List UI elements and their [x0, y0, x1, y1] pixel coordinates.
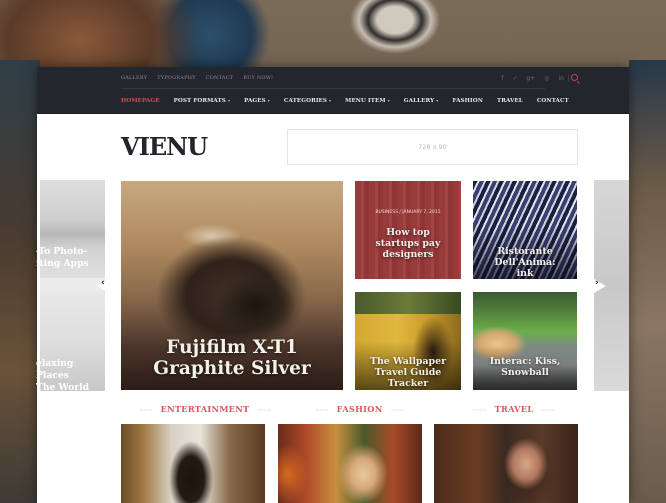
fashion-post-image[interactable] [278, 424, 422, 503]
nav-item-gallery[interactable]: GALLERY ▾ [404, 98, 439, 104]
travel-post-image[interactable] [434, 424, 578, 503]
nav-item-label: PAGES [244, 98, 266, 104]
chevron-left-icon[interactable]: ‹ [101, 278, 105, 288]
featured-post-startups[interactable]: BUSINESS / JANUARY 7, 2015 How top start… [355, 181, 461, 279]
linkedin-icon[interactable]: in [559, 75, 564, 82]
ad-banner[interactable]: 728 x 90 [287, 129, 578, 165]
pinterest-icon[interactable]: ◎ [544, 75, 549, 82]
top-link-gallery[interactable]: GALLERY [121, 75, 147, 81]
nav-item-label: POST FORMATS [173, 98, 226, 104]
featured-post-wallpaper[interactable]: The Wallpaper Travel Guide Tracker [355, 292, 461, 390]
social-divider [568, 74, 569, 82]
top-bar: GALLERY TYPOGRAPHY CONTACT BUY NOW! f ✓ … [37, 67, 629, 89]
chevron-right-icon[interactable]: › [595, 278, 599, 288]
nav-items: HOMEPAGE POST FORMATS ▾ PAGES ▾ CATEGORIES ▾ ME… [121, 89, 569, 113]
nav-item-post-formats[interactable]: POST FORMATS ▾ [174, 98, 230, 104]
nav-item-travel[interactable]: TRAVEL [497, 98, 523, 104]
facebook-icon[interactable]: f [501, 75, 503, 82]
post-title: How top startups pay designers [375, 227, 441, 260]
nav-item-label: GALLERY [403, 98, 435, 104]
post-title: The Wallpaper Travel Guide Tracker [369, 356, 447, 389]
top-links: GALLERY TYPOGRAPHY CONTACT BUY NOW! [121, 67, 273, 89]
post-title: Ristorante Dell'Anima: ink [494, 246, 556, 279]
featured-post-title: Fujifilm X-T1 Graphite Silver [153, 337, 311, 380]
nav-item-homepage[interactable]: HOMEPAGE [121, 98, 160, 104]
featured-post-interac[interactable]: Interac: Kiss, Snowball [473, 292, 577, 390]
social-links: f ✓ g+ ◎ in [501, 67, 564, 89]
nav-item-label: CONTACT [536, 98, 569, 104]
nav-item-label: HOMEPAGE [121, 98, 160, 104]
section-heading-entertainment[interactable]: ~~~ ENTERTAINMENT ~~~ [131, 404, 279, 414]
prev-slide-title-2: elaxing Places The World [36, 358, 90, 393]
search-icon[interactable] [571, 74, 578, 81]
caret-down-icon: ▾ [387, 98, 390, 103]
featured-post-main[interactable]: Fujifilm X-T1 Graphite Silver [121, 181, 343, 390]
wave-ornament-icon: ~~~ [315, 407, 329, 414]
wave-ornament-icon: ~~~ [541, 407, 555, 414]
wave-ornament-icon: ~~~ [390, 407, 405, 414]
section-heading-fashion[interactable]: ~~~ FASHION ~~~ [307, 404, 412, 414]
website-page: GALLERY TYPOGRAPHY CONTACT BUY NOW! f ✓ … [36, 67, 629, 503]
google-plus-icon[interactable]: g+ [526, 75, 535, 82]
prev-slide-title-1: -To Photo-iting Apps [36, 246, 89, 269]
wave-ornament-icon: ~~~ [257, 407, 271, 414]
wave-ornament-icon: ~~~ [139, 407, 153, 414]
nav-item-label: TRAVEL [496, 98, 523, 104]
caret-down-icon: ▾ [329, 98, 332, 103]
post-title: Interac: Kiss, Snowball [489, 356, 561, 378]
twitter-icon[interactable]: ✓ [512, 75, 517, 82]
nav-item-categories[interactable]: CATEGORIES ▾ [284, 98, 331, 104]
nav-item-label: FASHION [452, 98, 483, 104]
caret-down-icon: ▾ [227, 98, 231, 103]
background-right [629, 60, 666, 503]
nav-item-label: CATEGORIES [283, 98, 328, 104]
caret-down-icon: ▾ [436, 98, 439, 103]
post-meta: BUSINESS / JANUARY 7, 2015 [375, 210, 441, 215]
top-link-contact[interactable]: CONTACT [206, 75, 234, 81]
nav-item-pages[interactable]: PAGES ▾ [244, 98, 270, 104]
slider-prev-slide[interactable]: -To Photo-iting Apps elaxing Places The W… [36, 180, 105, 393]
nav-item-menu-item[interactable]: MENU ITEM ▾ [345, 98, 390, 104]
featured-post-ristorante[interactable]: Ristorante Dell'Anima: ink [473, 181, 577, 279]
top-link-typography[interactable]: TYPOGRAPHY [157, 75, 196, 81]
nav-item-fashion[interactable]: FASHION [452, 98, 483, 104]
entertainment-post-image[interactable] [121, 424, 265, 503]
caret-down-icon: ▾ [267, 98, 270, 103]
top-link-buy-now[interactable]: BUY NOW! [243, 75, 273, 81]
section-heading-travel[interactable]: ~~~ TRAVEL ~~~ [465, 404, 563, 414]
background-left [0, 60, 40, 503]
main-nav: HOMEPAGE POST FORMATS ▾ PAGES ▾ CATEGORIES ▾ ME… [37, 89, 629, 114]
nav-item-contact[interactable]: CONTACT [537, 98, 569, 104]
wave-ornament-icon: ~~~ [473, 407, 487, 414]
site-logo[interactable]: VIENU [121, 132, 208, 161]
nav-item-label: MENU ITEM [345, 98, 386, 104]
